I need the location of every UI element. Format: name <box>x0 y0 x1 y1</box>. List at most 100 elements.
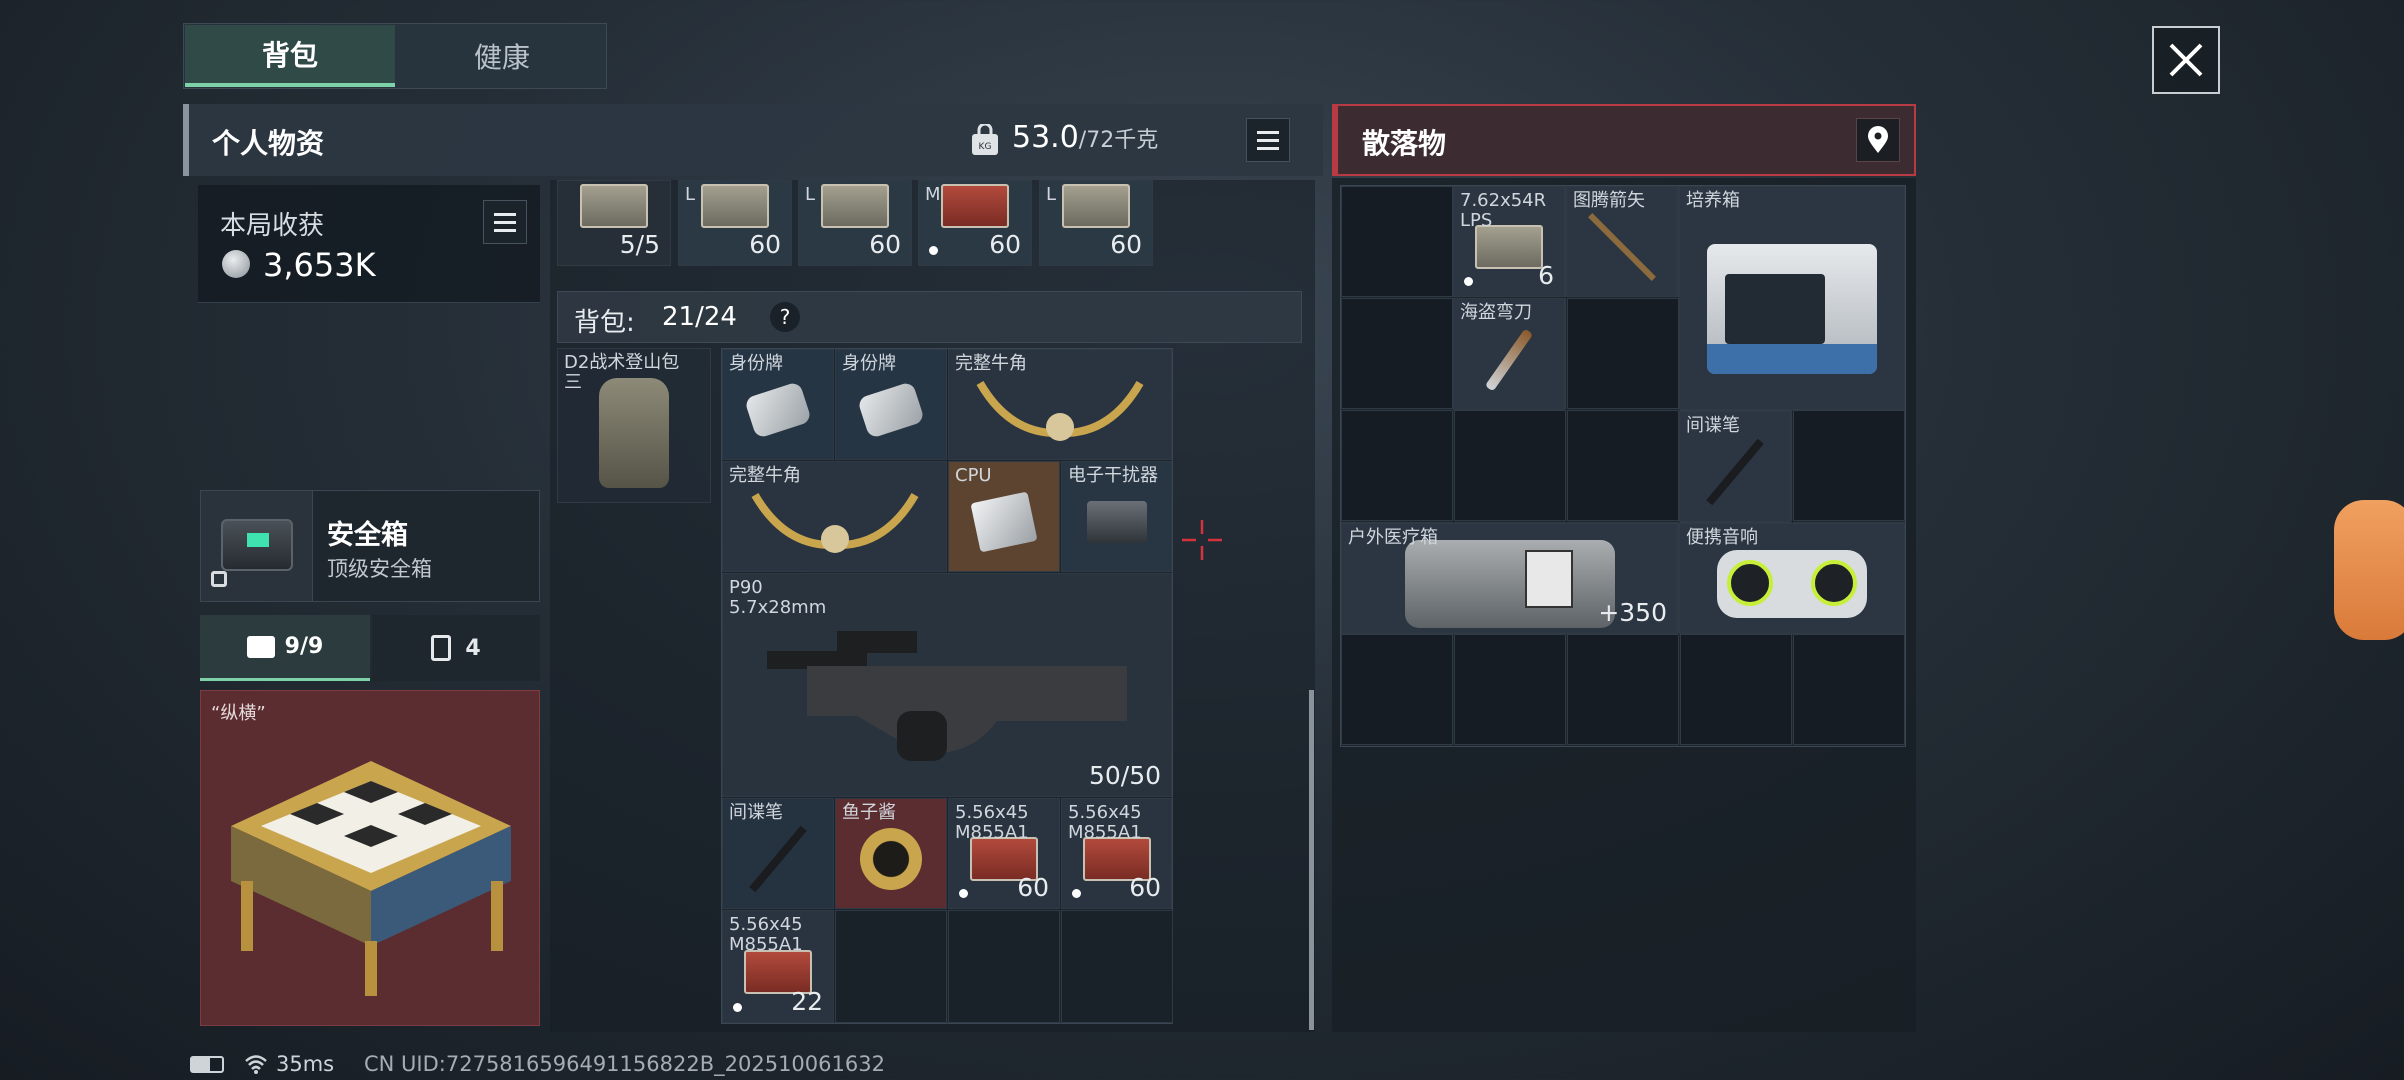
loot-empty-cell[interactable] <box>1341 410 1453 521</box>
item-name: 培养箱 <box>1686 190 1740 211</box>
loot-empty-cell[interactable] <box>1567 634 1679 745</box>
item-name: 5.56x45 M855A1 <box>1068 802 1142 843</box>
case-tab[interactable]: 9/9 <box>200 615 370 681</box>
item-name: 5.56x45 M855A1 <box>955 802 1029 843</box>
status-dot <box>733 1003 742 1012</box>
container-tab[interactable]: 4 <box>372 615 540 681</box>
dogtag-icon <box>856 381 926 439</box>
loot-ammo-762[interactable]: 7.62x54R LPS 6 <box>1453 186 1565 297</box>
dogtag-icon <box>743 381 813 439</box>
close-icon <box>2169 43 2203 77</box>
chessboard-table-icon <box>231 761 511 996</box>
battery-icon <box>190 1056 224 1073</box>
earnings-menu-button[interactable] <box>483 200 527 244</box>
item-count: 60 <box>749 230 781 259</box>
backpack-empty-cell[interactable] <box>948 910 1060 1023</box>
ammo-556-2[interactable]: 5.56x45 M855A1 60 <box>1061 798 1172 909</box>
loot-empty-cell[interactable] <box>1567 410 1679 521</box>
item-name: 间谍笔 <box>1686 415 1740 436</box>
item-name: 完整牛角 <box>729 465 801 486</box>
loot-incubator[interactable]: 培养箱 <box>1679 186 1905 410</box>
medkit-icon <box>1404 539 1615 628</box>
ammo-box-icon <box>1062 184 1130 229</box>
backpack-label: 背包: <box>574 308 635 338</box>
medkit-value: +350 <box>1598 598 1667 627</box>
item-name: 身份牌 <box>729 353 783 374</box>
loot-empty-cell[interactable] <box>1680 634 1792 745</box>
pen-icon <box>1706 438 1764 506</box>
earnings-value: 3,653K <box>263 246 376 284</box>
item-name: 身份牌 <box>842 353 896 374</box>
loot-empty-cell[interactable] <box>1454 634 1566 745</box>
plus-icon: + <box>1598 598 1620 627</box>
loot-totem-arrow[interactable]: 图腾箭矢 <box>1566 186 1678 297</box>
dogtag-2[interactable]: 身份牌 <box>835 349 947 460</box>
jammer-icon <box>1086 500 1147 543</box>
speaker-icon <box>1717 549 1867 618</box>
loot-empty-cell[interactable] <box>1454 410 1566 521</box>
backpack-header: 背包: 21/24 ? <box>557 291 1302 343</box>
backpack-empty-cell[interactable] <box>835 910 947 1023</box>
uid-text: CN UID:7275816596491156822B_202510061632 <box>364 1052 885 1076</box>
item-count: 60 <box>869 230 901 259</box>
horn-icon <box>976 380 1144 441</box>
crosshair-icon <box>1182 520 1222 560</box>
ammo-556-3[interactable]: 5.56x45 M855A1 22 <box>722 910 834 1023</box>
weight-current: 53.0 <box>1012 120 1079 155</box>
arrow-icon <box>1588 212 1656 281</box>
location-pin-button[interactable] <box>1856 118 1900 162</box>
item-name: M <box>925 184 941 205</box>
top-row-slot[interactable]: 5/5 <box>557 180 671 266</box>
ammo-count: 50/50 <box>1088 761 1161 790</box>
horn-1[interactable]: 完整牛角 <box>948 349 1172 460</box>
tab-health[interactable]: 健康 <box>398 25 606 87</box>
top-row-slot[interactable]: L 60 <box>678 180 792 266</box>
backpack-name: D2战术登山包 三 <box>564 352 680 393</box>
loot-empty-cell[interactable] <box>1341 298 1453 409</box>
ammo-556-1[interactable]: 5.56x45 M855A1 60 <box>948 798 1060 909</box>
loot-pirate-cutlass[interactable]: 海盗弯刀 <box>1453 298 1565 410</box>
help-icon[interactable]: ? <box>770 302 800 332</box>
loot-medkit[interactable]: 户外医疗箱 +350 <box>1341 523 1678 634</box>
loot-empty-cell[interactable] <box>1793 634 1905 745</box>
tab-backpack[interactable]: 背包 <box>185 25 395 87</box>
p90-weapon[interactable]: P90 5.7x28mm 50/50 <box>722 573 1172 797</box>
backpack-capacity: 21/24 <box>662 302 737 332</box>
dogtag-1[interactable]: 身份牌 <box>722 349 834 460</box>
caviar-item[interactable]: 鱼子酱 <box>835 798 947 909</box>
scrollbar[interactable] <box>1309 690 1314 1030</box>
top-row-slot[interactable]: L 60 <box>1039 180 1153 266</box>
svg-text:KG: KG <box>979 142 992 152</box>
incubator-icon <box>1707 244 1877 375</box>
safebox-desc: 顶级安全箱 <box>327 557 432 581</box>
backpack-equip-slot[interactable]: D2战术登山包 三 <box>557 348 711 503</box>
personal-menu-button[interactable] <box>1246 118 1290 162</box>
featured-item[interactable]: “纵横” <box>200 690 540 1026</box>
item-icon <box>580 184 648 229</box>
cpu-item[interactable]: CPU <box>948 461 1060 572</box>
top-row-slot[interactable]: L 60 <box>798 180 912 266</box>
loot-spy-pen[interactable]: 间谍笔 <box>1679 411 1791 522</box>
safebox-image <box>201 491 313 601</box>
side-float-button[interactable] <box>2334 500 2404 640</box>
spy-pen-item[interactable]: 间谍笔 <box>722 798 834 909</box>
close-button[interactable] <box>2152 26 2220 94</box>
loot-empty-cell[interactable] <box>1567 298 1679 409</box>
top-row-slot[interactable]: M 60 <box>918 180 1032 266</box>
item-name: 海盗弯刀 <box>1460 302 1532 323</box>
loot-empty-cell[interactable] <box>1793 410 1905 521</box>
loot-empty-cell[interactable] <box>1341 634 1453 745</box>
safebox-slot[interactable]: 安全箱 顶级安全箱 <box>200 490 540 602</box>
ping-text: 35ms <box>276 1052 335 1076</box>
safebox-name: 安全箱 <box>327 520 408 551</box>
p90-gun-icon <box>767 631 1127 762</box>
wifi-icon <box>245 1055 267 1074</box>
backpack-empty-cell[interactable] <box>1061 910 1173 1023</box>
jammer-item[interactable]: 电子干扰器 <box>1061 461 1172 572</box>
item-name: 完整牛角 <box>955 353 1027 374</box>
ammo-box-icon <box>701 184 769 229</box>
loot-speaker[interactable]: 便携音响 <box>1679 523 1905 634</box>
horn-2[interactable]: 完整牛角 <box>722 461 947 572</box>
loot-empty-cell[interactable] <box>1341 186 1453 297</box>
personal-title: 个人物资 <box>212 127 325 160</box>
